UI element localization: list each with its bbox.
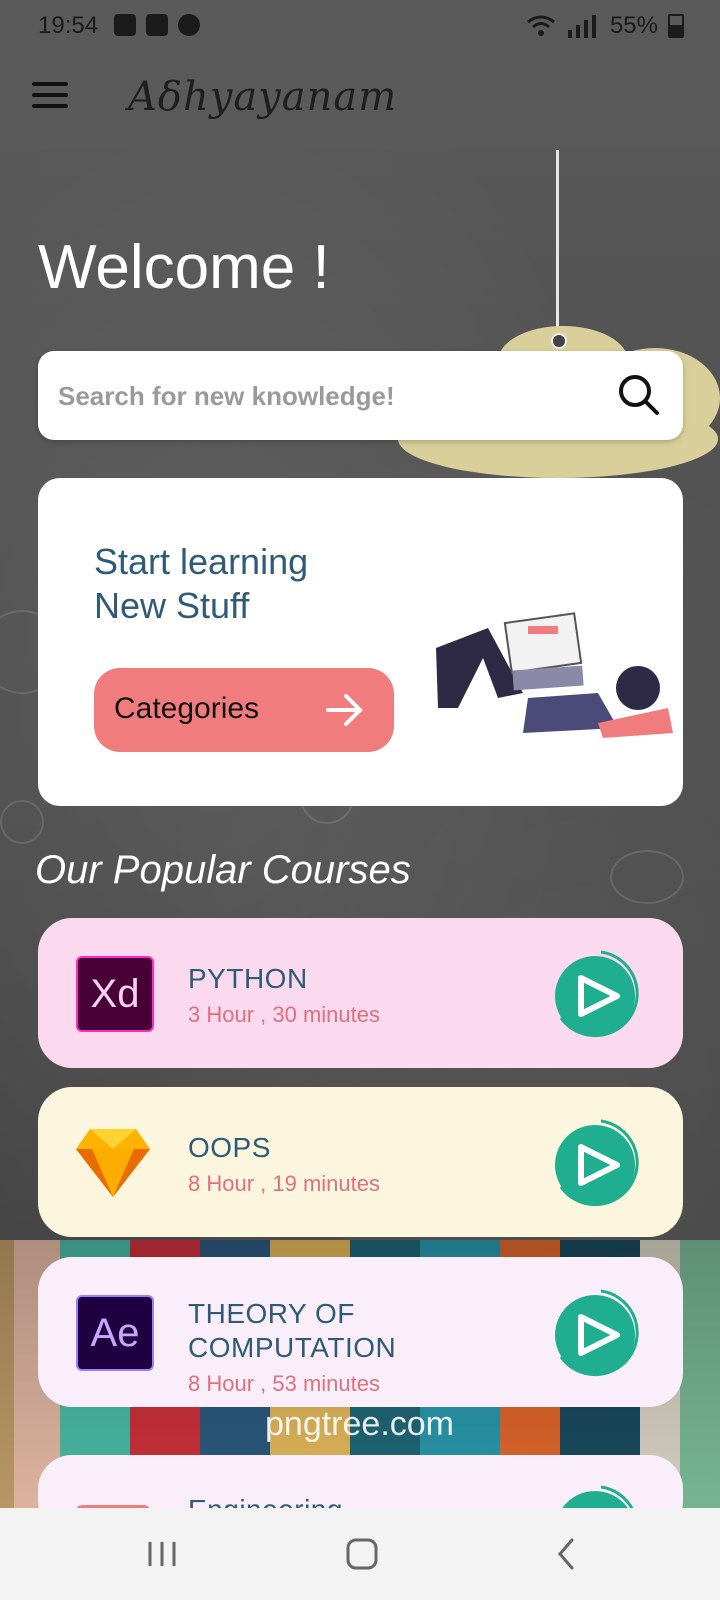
app-bar: Aδhyayanam xyxy=(0,52,720,152)
adobe-xd-icon: Xd xyxy=(76,956,154,1032)
after-effects-icon: Ae xyxy=(76,1295,154,1371)
play-icon[interactable] xyxy=(551,1117,643,1209)
arrow-right-icon xyxy=(326,694,363,726)
watermark: pngtree.com xyxy=(265,1405,454,1443)
battery-percent: 55% xyxy=(609,12,658,39)
play-icon[interactable] xyxy=(551,1287,643,1379)
search-box[interactable] xyxy=(38,351,683,440)
status-time: 19:54 xyxy=(38,12,99,39)
battery-icon xyxy=(668,14,684,38)
wifi-icon xyxy=(527,15,555,36)
app-title: Aδhyayanam xyxy=(128,74,398,120)
course-card-python[interactable]: Xd PYTHON 3 Hour , 30 minutes xyxy=(38,918,683,1068)
home-icon[interactable] xyxy=(332,1528,392,1580)
course-name: THEORY OF COMPUTATION xyxy=(188,1297,396,1365)
course-name-line-1: THEORY OF xyxy=(188,1298,355,1329)
notification-icons xyxy=(114,14,200,36)
course-duration: 8 Hour , 19 minutes xyxy=(188,1171,380,1196)
gallery-icon xyxy=(114,14,136,36)
hanging-string xyxy=(556,150,559,330)
promo-line-1: Start learning xyxy=(94,541,309,582)
course-card-theory-of-computation[interactable]: Ae THEORY OF COMPUTATION 8 Hour , 53 min… xyxy=(38,1257,683,1407)
course-name: PYTHON xyxy=(188,963,308,994)
search-icon[interactable] xyxy=(617,373,661,417)
course-name: OOPS xyxy=(188,1132,271,1163)
hamburger-menu-icon[interactable] xyxy=(32,82,68,112)
system-icons: 55% xyxy=(526,12,684,40)
course-duration: 3 Hour , 30 minutes xyxy=(188,1002,380,1027)
sketch-diamond-icon xyxy=(76,1129,150,1197)
signal-icon xyxy=(567,15,596,38)
course-duration: 8 Hour , 53 minutes xyxy=(188,1371,380,1396)
search-input[interactable] xyxy=(56,375,600,417)
app-notification-icon xyxy=(178,14,200,36)
recent-apps-icon[interactable] xyxy=(132,1528,192,1580)
categories-label: Categories xyxy=(114,692,260,725)
popular-courses-heading: Our Popular Courses xyxy=(35,848,411,892)
person-with-laptop-illustration xyxy=(436,612,673,738)
welcome-heading: Welcome ! xyxy=(38,233,330,302)
play-icon[interactable] xyxy=(551,948,643,1040)
course-name-line-2: COMPUTATION xyxy=(188,1332,397,1363)
promo-text: Start learning New Stuff xyxy=(94,540,308,628)
system-navigation-bar xyxy=(0,1508,720,1600)
logo-text: Xd xyxy=(90,972,140,1016)
logo-text: Ae xyxy=(90,1311,140,1355)
back-icon[interactable] xyxy=(536,1528,596,1580)
promo-line-2: New Stuff xyxy=(94,585,250,626)
status-bar: 19:54 55% xyxy=(0,0,720,52)
gmail-icon xyxy=(146,14,168,36)
promo-card: Start learning New Stuff Categories xyxy=(38,478,683,806)
course-card-oops[interactable]: OOPS 8 Hour , 19 minutes xyxy=(38,1087,683,1237)
categories-button[interactable]: Categories xyxy=(94,668,394,752)
